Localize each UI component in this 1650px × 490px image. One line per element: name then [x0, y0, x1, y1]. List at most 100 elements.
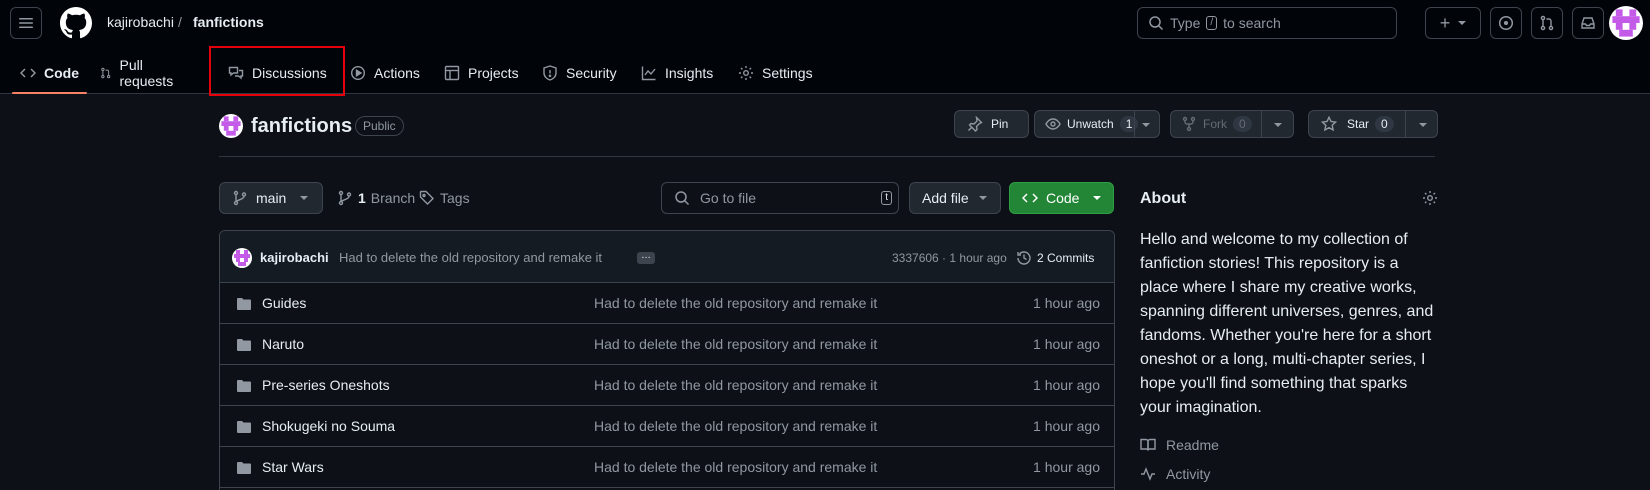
commit-sha-time[interactable]: 3337606 · 1 hour ago: [892, 251, 1007, 265]
file-commit-time: 1 hour ago: [1033, 418, 1100, 434]
table-row[interactable]: Pre-series Oneshots Had to delete the ol…: [220, 365, 1114, 406]
file-commit-message[interactable]: Had to delete the old repository and rem…: [594, 377, 877, 393]
table-row[interactable]: Shokugeki no Souma Had to delete the old…: [220, 406, 1114, 447]
global-search-input[interactable]: Type / to search: [1137, 7, 1397, 39]
file-name[interactable]: Star Wars: [262, 459, 324, 475]
star-button[interactable]: Star 0: [1308, 110, 1438, 138]
split-divider: [1261, 111, 1262, 137]
star-label: Star: [1347, 117, 1370, 131]
gear-icon: [739, 66, 753, 80]
issue-opened-icon: [1498, 15, 1514, 31]
pull-requests-button[interactable]: [1531, 7, 1563, 39]
file-name[interactable]: Naruto: [262, 336, 304, 352]
hamburger-icon: [19, 18, 33, 28]
breadcrumb-separator: /: [178, 14, 182, 30]
github-logo-icon[interactable]: [60, 7, 92, 39]
triangle-down-icon[interactable]: [1419, 121, 1427, 129]
repo-owner-avatar[interactable]: [219, 114, 243, 138]
split-divider: [1405, 111, 1406, 137]
tags-label: Tags: [440, 190, 470, 206]
code-icon: [20, 68, 36, 78]
tab-pull-requests-label: Pull requests: [119, 57, 174, 89]
breadcrumb-repo[interactable]: fanfictions: [193, 14, 264, 30]
commits-count: 2 Commits: [1037, 251, 1095, 265]
pin-label: Pin: [991, 117, 1009, 131]
branch-name: main: [256, 190, 287, 206]
tab-actions[interactable]: Actions: [350, 52, 420, 94]
watch-count: 1: [1119, 116, 1139, 132]
tab-code[interactable]: Code: [12, 52, 87, 94]
about-heading: About: [1140, 190, 1187, 207]
tab-security-label: Security: [566, 65, 617, 81]
commit-author[interactable]: kajirobachi: [260, 250, 329, 265]
readme-link[interactable]: Readme: [1140, 437, 1219, 453]
file-commit-time: 1 hour ago: [1033, 377, 1100, 393]
commit-author-avatar[interactable]: [232, 248, 252, 268]
code-button[interactable]: Code: [1009, 182, 1114, 214]
tab-settings[interactable]: Settings: [738, 52, 813, 94]
activity-label: Activity: [1166, 466, 1211, 482]
branch-count-label: Branch: [370, 190, 416, 206]
branch-selector[interactable]: main: [219, 182, 323, 214]
commit-message[interactable]: Had to delete the old repository and rem…: [339, 250, 602, 265]
file-commit-time: 1 hour ago: [1033, 336, 1100, 352]
pulse-icon: [1141, 467, 1155, 481]
branches-link[interactable]: 1 Branch: [337, 190, 415, 206]
triangle-down-icon: [300, 196, 309, 200]
table-icon: [444, 65, 460, 81]
table-row[interactable]: Guides Had to delete the old repository …: [220, 283, 1114, 324]
triangle-down-icon: [1093, 196, 1102, 200]
activity-link[interactable]: Activity: [1140, 466, 1210, 482]
file-name[interactable]: Pre-series Oneshots: [262, 377, 390, 393]
menu-button[interactable]: [10, 7, 42, 39]
triangle-down-icon[interactable]: [1142, 121, 1150, 129]
triangle-down-icon: [1458, 21, 1467, 25]
play-icon: [350, 65, 366, 81]
issues-button[interactable]: [1490, 7, 1522, 39]
fork-button[interactable]: Fork 0: [1170, 110, 1294, 138]
tab-code-label: Code: [44, 65, 79, 81]
file-commit-message[interactable]: Had to delete the old repository and rem…: [594, 295, 877, 311]
tab-insights[interactable]: Insights: [641, 52, 713, 94]
add-file-button[interactable]: Add file: [909, 182, 1001, 214]
table-row[interactable]: Star Wars Had to delete the old reposito…: [220, 447, 1114, 488]
folder-icon: [237, 298, 251, 310]
add-file-label: Add file: [922, 190, 969, 206]
triangle-down-icon[interactable]: [1274, 121, 1282, 129]
breadcrumb-owner[interactable]: kajirobachi: [107, 14, 174, 30]
unwatch-button[interactable]: Unwatch 1: [1034, 110, 1160, 138]
git-pull-request-icon: [1540, 15, 1554, 31]
file-commit-message[interactable]: Had to delete the old repository and rem…: [594, 459, 877, 475]
pin-button[interactable]: Pin: [954, 110, 1029, 138]
tags-link[interactable]: Tags: [419, 190, 470, 206]
go-to-file-placeholder: Go to file: [700, 190, 757, 206]
go-to-file-input[interactable]: Go to file t: [661, 182, 899, 214]
table-row[interactable]: Naruto Had to delete the old repository …: [220, 324, 1114, 365]
search-shortcut-key: /: [1206, 16, 1218, 30]
fork-label: Fork: [1203, 117, 1227, 131]
user-avatar[interactable]: [1609, 6, 1643, 40]
readme-label: Readme: [1166, 437, 1219, 453]
fork-count: 0: [1233, 116, 1252, 132]
tab-security[interactable]: Security: [542, 52, 617, 94]
file-commit-message[interactable]: Had to delete the old repository and rem…: [594, 336, 877, 352]
star-count: 0: [1375, 116, 1394, 132]
file-commit-message[interactable]: Had to delete the old repository and rem…: [594, 418, 877, 434]
inbox-button[interactable]: [1572, 7, 1604, 39]
tab-pull-requests[interactable]: Pull requests: [100, 52, 178, 94]
unwatch-label: Unwatch: [1067, 117, 1114, 131]
book-icon: [1140, 438, 1156, 451]
create-new-button[interactable]: +: [1425, 7, 1481, 39]
gear-icon[interactable]: [1422, 190, 1438, 206]
file-name[interactable]: Guides: [262, 295, 306, 311]
identicon-icon: [234, 250, 250, 266]
pin-icon: [968, 116, 983, 132]
tab-projects[interactable]: Projects: [444, 52, 519, 94]
search-suffix: to search: [1223, 15, 1281, 31]
repo-title[interactable]: fanfictions: [251, 115, 352, 138]
commit-expand-button[interactable]: …: [637, 251, 655, 264]
commits-history-link[interactable]: 2 Commits: [1016, 250, 1094, 266]
file-name[interactable]: Shokugeki no Souma: [262, 418, 395, 434]
tab-insights-label: Insights: [665, 65, 714, 81]
latest-commit-row: kajirobachi Had to delete the old reposi…: [220, 231, 1114, 283]
